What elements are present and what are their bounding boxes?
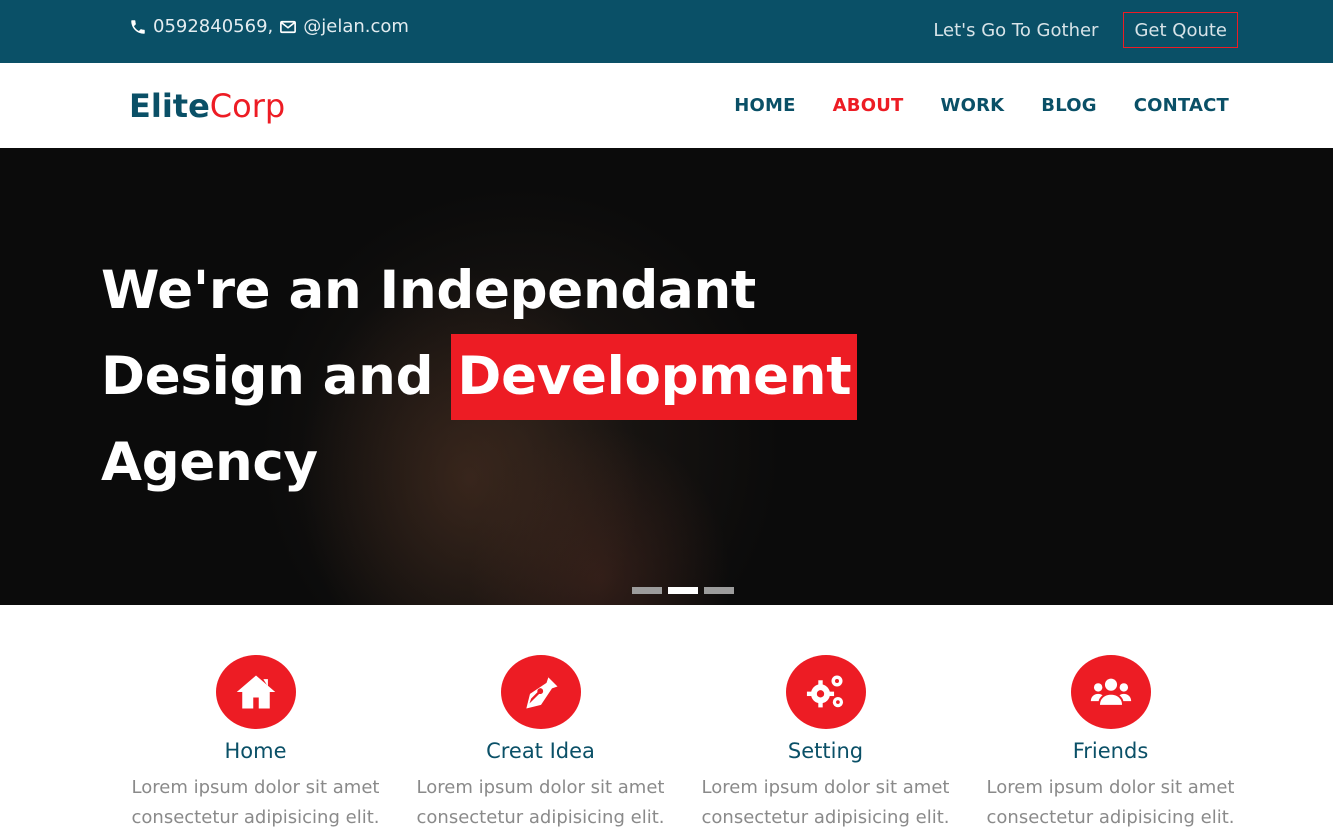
top-bar: 0592840569, @jelan.com Let's Go To Gothe…: [0, 0, 1333, 63]
phone-icon: [128, 17, 148, 37]
slider-dot-3[interactable]: [704, 587, 734, 594]
phone-number: 0592840569,: [153, 16, 274, 37]
feature-home: Home Lorem ipsum dolor sit amet consectet…: [113, 655, 398, 833]
features-section: Home Lorem ipsum dolor sit amet consectet…: [0, 605, 1333, 839]
email-address[interactable]: @jelan.com: [303, 16, 409, 37]
nav-menu: HOME ABOUT WORK BLOG CONTACT: [697, 95, 1229, 116]
top-right-actions: Let's Go To Gother Get Qoute: [933, 12, 1238, 48]
feature-title: Home: [224, 739, 287, 763]
feature-title: Friends: [1072, 739, 1149, 763]
logo-part-1: Elite: [129, 87, 210, 125]
hero-heading: We're an Independant Design and Developm…: [101, 248, 858, 506]
tagline: Let's Go To Gother: [933, 19, 1099, 41]
slider-indicators: [632, 587, 740, 594]
hero-line-3: Agency: [101, 432, 318, 493]
feature-text-line-1: Lorem ipsum dolor sit amet: [986, 777, 1235, 798]
logo[interactable]: EliteCorp: [129, 87, 285, 125]
users-icon: [1070, 655, 1151, 729]
feature-text: Lorem ipsum dolor sit amet consectetur ad…: [113, 773, 398, 833]
feature-text: Lorem ipsum dolor sit amet consectetur ad…: [398, 773, 683, 833]
nav-item-contact[interactable]: CONTACT: [1134, 95, 1229, 116]
feature-text: Lorem ipsum dolor sit amet consectetur ad…: [683, 773, 968, 833]
feature-text-line-2: consectetur adipisicing elit.: [416, 807, 665, 828]
hero-line-1: We're an Independant: [101, 260, 756, 321]
hero-highlight: Development: [451, 334, 858, 420]
pen-nib-icon: [500, 655, 581, 729]
get-quote-button[interactable]: Get Qoute: [1123, 12, 1238, 48]
slider-dot-1[interactable]: [632, 587, 662, 594]
nav-item-blog[interactable]: BLOG: [1041, 95, 1096, 116]
feature-text-line-1: Lorem ipsum dolor sit amet: [416, 777, 665, 798]
feature-creat-idea: Creat Idea Lorem ipsum dolor sit amet con…: [398, 655, 683, 833]
feature-text-line-1: Lorem ipsum dolor sit amet: [701, 777, 950, 798]
feature-setting: Setting Lorem ipsum dolor sit amet consec…: [683, 655, 968, 833]
contact-info: 0592840569, @jelan.com: [128, 16, 409, 37]
main-navbar: EliteCorp HOME ABOUT WORK BLOG CONTACT: [0, 63, 1333, 148]
feature-text: Lorem ipsum dolor sit amet consectetur ad…: [968, 773, 1253, 833]
feature-text-line-1: Lorem ipsum dolor sit amet: [131, 777, 380, 798]
feature-title: Creat Idea: [486, 739, 595, 763]
hero-line-2-pre: Design and: [101, 346, 434, 407]
feature-friends: Friends Lorem ipsum dolor sit amet consec…: [968, 655, 1253, 833]
nav-item-home[interactable]: HOME: [734, 95, 795, 116]
nav-item-work[interactable]: WORK: [941, 95, 1005, 116]
gears-icon: [785, 655, 866, 729]
nav-item-about[interactable]: ABOUT: [833, 95, 904, 116]
home-icon: [215, 655, 296, 729]
slider-dot-2[interactable]: [668, 587, 698, 594]
envelope-icon: [278, 17, 298, 37]
feature-text-line-2: consectetur adipisicing elit.: [986, 807, 1235, 828]
feature-title: Setting: [787, 739, 864, 763]
feature-text-line-2: consectetur adipisicing elit.: [131, 807, 380, 828]
feature-text-line-2: consectetur adipisicing elit.: [701, 807, 950, 828]
hero-slider: We're an Independant Design and Developm…: [0, 148, 1333, 605]
logo-part-2: Corp: [209, 87, 286, 125]
